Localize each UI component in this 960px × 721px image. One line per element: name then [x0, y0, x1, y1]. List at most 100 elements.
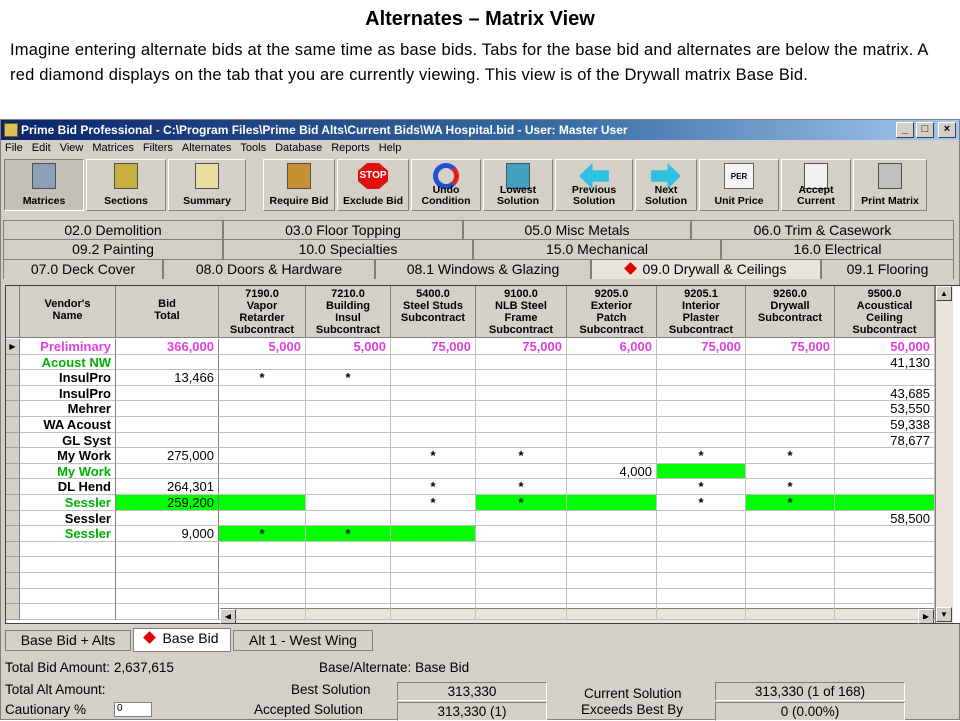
bid-cell[interactable]: * — [476, 495, 567, 511]
bid-cell[interactable] — [391, 463, 476, 480]
bid-cell[interactable] — [306, 354, 391, 371]
bid-cell[interactable] — [657, 604, 746, 620]
bid-cell[interactable] — [116, 604, 219, 620]
bid-cell[interactable] — [476, 417, 567, 433]
bid-cell[interactable] — [476, 541, 567, 558]
bid-cell[interactable] — [219, 463, 306, 480]
bid-cell[interactable] — [746, 417, 835, 433]
bid-cell[interactable] — [476, 557, 567, 573]
bid-cell[interactable] — [116, 354, 219, 371]
tab-base-bid-alts[interactable]: Base Bid + Alts — [5, 630, 131, 651]
bid-cell[interactable] — [657, 432, 746, 449]
tab-08-1-windows-glazing[interactable]: 08.1 Windows & Glazing — [375, 259, 591, 279]
bid-cell[interactable] — [306, 479, 391, 495]
summary-button[interactable]: Summary — [168, 159, 246, 211]
bid-cell[interactable]: 78,677 — [835, 432, 935, 449]
bid-cell[interactable] — [116, 432, 219, 449]
bid-cell[interactable] — [116, 541, 219, 558]
bid-cell[interactable]: 75,000 — [391, 339, 476, 355]
tab-09-0-drywall-ceilings[interactable]: 09.0 Drywall & Ceilings — [591, 259, 821, 279]
bid-cell[interactable] — [306, 604, 391, 620]
row-selector[interactable] — [6, 354, 20, 371]
bid-cell[interactable] — [476, 526, 567, 542]
bid-cell[interactable]: 6,000 — [567, 339, 657, 355]
bid-cell[interactable]: * — [219, 526, 306, 542]
menu-tools[interactable]: Tools — [240, 142, 266, 154]
column-header-9[interactable]: 9500.0 Acoustical Ceiling Subcontract — [835, 286, 935, 338]
row-selector[interactable] — [6, 588, 20, 605]
bid-cell[interactable] — [116, 510, 219, 527]
bid-cell[interactable] — [476, 604, 567, 620]
bid-cell[interactable] — [657, 588, 746, 605]
bid-cell[interactable] — [567, 401, 657, 417]
tab-06-0-trim-casework[interactable]: 06.0 Trim & Casework — [691, 220, 954, 240]
bid-cell[interactable] — [567, 354, 657, 371]
bid-cell[interactable] — [306, 432, 391, 449]
bid-cell[interactable] — [657, 401, 746, 417]
bid-cell[interactable]: 75,000 — [657, 339, 746, 355]
bid-cell[interactable] — [567, 526, 657, 542]
bid-cell[interactable] — [391, 432, 476, 449]
bid-cell[interactable] — [746, 604, 835, 620]
bid-cell[interactable]: 58,500 — [835, 510, 935, 527]
row-selector[interactable] — [6, 448, 20, 464]
scroll-down-icon[interactable]: ▼ — [936, 607, 952, 622]
bid-cell[interactable] — [657, 354, 746, 371]
row-selector[interactable]: ▶ — [6, 339, 20, 355]
bid-cell[interactable] — [476, 432, 567, 449]
tab-09-1-flooring[interactable]: 09.1 Flooring — [821, 259, 954, 279]
tab-alt-1-west-wing[interactable]: Alt 1 - West Wing — [233, 630, 373, 651]
minimize-button[interactable]: _ — [896, 122, 914, 138]
row-selector[interactable] — [6, 526, 20, 542]
bid-cell[interactable] — [116, 385, 219, 402]
bid-cell[interactable] — [746, 541, 835, 558]
bid-cell[interactable]: * — [746, 448, 835, 464]
bid-cell[interactable]: 264,301 — [116, 479, 219, 495]
bid-cell[interactable] — [219, 541, 306, 558]
tab-07-0-deck-cover[interactable]: 07.0 Deck Cover — [3, 259, 163, 279]
bid-cell[interactable] — [835, 479, 935, 495]
bid-cell[interactable]: 366,000 — [116, 339, 219, 355]
bid-cell[interactable] — [657, 573, 746, 589]
bid-cell[interactable] — [476, 588, 567, 605]
bid-cell[interactable] — [391, 510, 476, 527]
tab-10-0-specialties[interactable]: 10.0 Specialties — [223, 239, 473, 259]
column-header-5[interactable]: 9100.0 NLB Steel Frame Subcontract — [476, 286, 567, 338]
bid-cell[interactable] — [657, 463, 746, 480]
exclude-bid-button[interactable]: STOP Exclude Bid — [337, 159, 409, 211]
bid-cell[interactable] — [657, 417, 746, 433]
bid-cell[interactable] — [306, 448, 391, 464]
menu-view[interactable]: View — [60, 142, 84, 154]
bid-cell[interactable]: * — [391, 448, 476, 464]
bid-cell[interactable] — [306, 588, 391, 605]
bid-cell[interactable] — [391, 573, 476, 589]
column-header-8[interactable]: 9260.0 Drywall Subcontract — [746, 286, 835, 338]
menu-database[interactable]: Database — [275, 142, 322, 154]
bid-cell[interactable] — [657, 510, 746, 527]
bid-cell[interactable] — [219, 604, 306, 620]
tab-02-0-demolition[interactable]: 02.0 Demolition — [3, 220, 223, 240]
bid-cell[interactable] — [746, 573, 835, 589]
bid-cell[interactable] — [306, 495, 391, 511]
bid-cell[interactable]: * — [306, 526, 391, 542]
bid-cell[interactable]: 5,000 — [306, 339, 391, 355]
bid-cell[interactable] — [391, 526, 476, 542]
bid-cell[interactable]: 41,130 — [835, 354, 935, 371]
tab-03-0-floor-topping[interactable]: 03.0 Floor Topping — [223, 220, 463, 240]
bid-cell[interactable]: * — [476, 479, 567, 495]
vertical-scrollbar[interactable]: ▲ ▼ — [935, 286, 953, 623]
row-selector[interactable] — [6, 510, 20, 527]
bid-cell[interactable] — [746, 370, 835, 386]
bid-cell[interactable] — [476, 463, 567, 480]
bid-cell[interactable]: 75,000 — [476, 339, 567, 355]
bid-cell[interactable] — [567, 448, 657, 464]
bid-cell[interactable] — [476, 510, 567, 527]
bid-cell[interactable] — [219, 557, 306, 573]
bid-cell[interactable] — [116, 401, 219, 417]
close-button[interactable]: × — [938, 122, 956, 138]
require-bid-button[interactable]: Require Bid — [263, 159, 335, 211]
bid-cell[interactable] — [835, 573, 935, 589]
column-header-6[interactable]: 9205.0 Exterior Patch Subcontract — [567, 286, 657, 338]
bid-cell[interactable] — [657, 526, 746, 542]
column-header-0[interactable]: Vendor's Name — [20, 286, 116, 338]
